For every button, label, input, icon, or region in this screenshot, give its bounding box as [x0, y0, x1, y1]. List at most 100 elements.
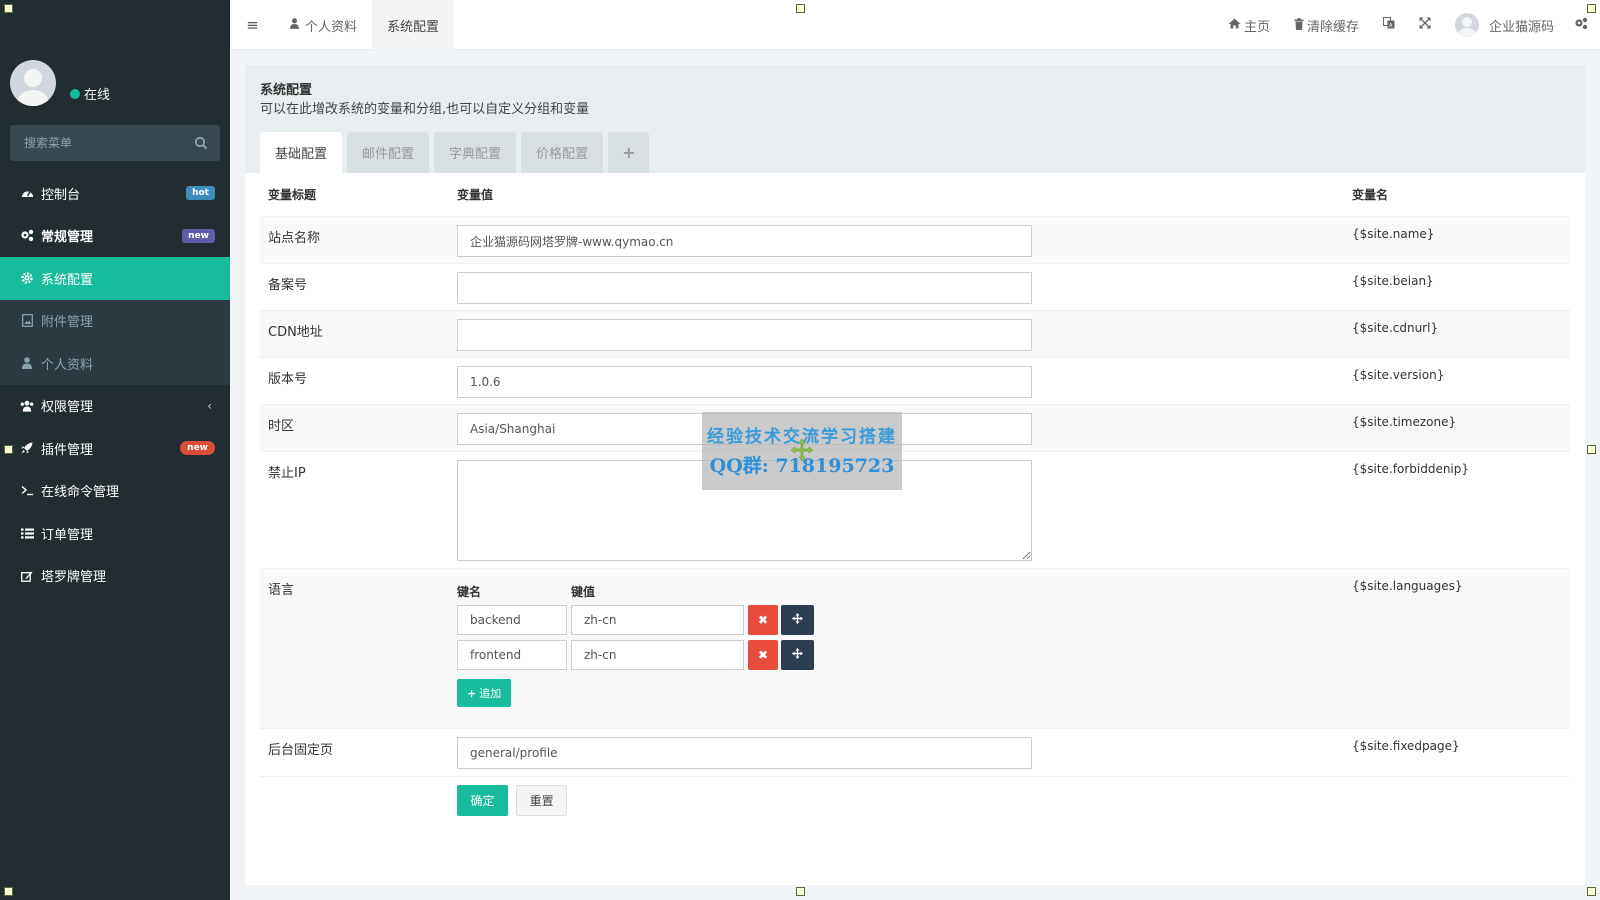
drag-handle[interactable]	[781, 640, 814, 670]
row-value	[457, 452, 1352, 568]
beian-input[interactable]	[457, 272, 1032, 304]
table-row: 版本号 {$site.version}	[260, 358, 1570, 405]
clear-cache-link[interactable]: 清除缓存	[1282, 0, 1371, 50]
fullscreen-toggle[interactable]	[1407, 0, 1443, 50]
language-toggle[interactable]: A	[1371, 0, 1407, 50]
site-name-input[interactable]	[457, 225, 1032, 257]
resize-handle[interactable]	[4, 887, 13, 896]
resize-handle[interactable]	[4, 4, 13, 13]
top-navbar: ≡ 个人资料 系统配置 主页 清除缓存 A 企业猫源码	[230, 0, 1600, 50]
user-menu[interactable]: 企业猫源码	[1443, 0, 1570, 50]
kv-value-input[interactable]	[571, 605, 744, 635]
chevron-left-icon: ‹	[207, 398, 212, 413]
row-value: 键名 键值 ✖ ✖	[457, 569, 1352, 728]
row-value	[457, 729, 1352, 776]
sidebar-item-label: 塔罗牌管理	[41, 570, 107, 586]
remove-button[interactable]: ✖	[748, 605, 778, 635]
kv-key-input[interactable]	[457, 640, 567, 670]
sidebar-item-order[interactable]: 订单管理	[0, 512, 230, 555]
sidebar: 在线 控制台 hot 常规管理 new 系统配置 附件管理 个人资料	[0, 0, 230, 900]
tab-profile[interactable]: 个人资料	[275, 0, 372, 50]
tab-basic[interactable]: 基础配置	[260, 132, 343, 173]
sidebar-item-addon[interactable]: 插件管理 new	[0, 427, 230, 470]
table-row: 禁止IP {$site.forbiddenip}	[260, 452, 1570, 569]
tab-email[interactable]: 邮件配置	[347, 132, 430, 173]
row-title: 版本号	[268, 372, 308, 387]
arrows-icon	[792, 648, 803, 662]
dashboard-icon	[20, 186, 34, 200]
row-varname: {$site.name}	[1352, 227, 1435, 241]
resize-handle[interactable]	[4, 445, 13, 454]
avatar	[1454, 13, 1479, 37]
submit-button[interactable]: 确定	[457, 785, 508, 816]
tab-price[interactable]: 价格配置	[521, 132, 604, 173]
remove-button[interactable]: ✖	[748, 640, 778, 670]
table-row: 时区 {$site.timezone}	[260, 405, 1570, 452]
sidebar-item-label: 常规管理	[41, 230, 94, 246]
append-button[interactable]: + 追加	[457, 679, 512, 707]
rocket-icon	[20, 441, 34, 455]
arrows-icon	[792, 613, 803, 627]
kv-value-header: 键值	[571, 585, 596, 599]
sidebar-item-label: 插件管理	[41, 442, 94, 458]
menu-search-input[interactable]	[10, 125, 180, 161]
home-link[interactable]: 主页	[1216, 0, 1282, 50]
form-actions-row: 确定 重置	[260, 777, 1570, 827]
user-panel: 在线	[10, 60, 220, 106]
cdn-input[interactable]	[457, 319, 1032, 351]
table-row: CDN地址 {$site.cdnurl}	[260, 311, 1570, 358]
sidebar-item-label: 系统配置	[41, 272, 94, 288]
tab-label: 系统配置	[387, 19, 440, 35]
table-row: 语言 键名 键值 ✖ ✖	[260, 569, 1570, 729]
row-varname	[1352, 777, 1570, 827]
row-title: 后台固定页	[268, 743, 334, 758]
row-varname: {$site.timezone}	[1352, 415, 1457, 429]
close-icon: ✖	[757, 648, 769, 662]
trash-icon	[1294, 17, 1304, 33]
drag-handle[interactable]	[781, 605, 814, 635]
append-label: 追加	[479, 687, 502, 700]
tab-dictionary[interactable]: 字典配置	[434, 132, 517, 173]
resize-handle[interactable]	[1587, 4, 1596, 13]
row-title: 禁止IP	[268, 466, 306, 481]
row-value	[457, 217, 1352, 263]
plus-icon: +	[467, 686, 477, 700]
sidebar-item-tarot[interactable]: 塔罗牌管理	[0, 555, 230, 598]
group-icon	[20, 399, 34, 413]
sidebar-item-label: 附件管理	[41, 315, 94, 331]
resize-handle[interactable]	[1587, 887, 1596, 896]
search-icon[interactable]	[194, 136, 208, 150]
row-title	[260, 777, 457, 827]
sidebar-item-config[interactable]: 系统配置	[0, 257, 230, 300]
sidebar-item-dashboard[interactable]: 控制台 hot	[0, 172, 230, 215]
sidebar-item-attachment[interactable]: 附件管理	[0, 299, 230, 342]
row-title: CDN地址	[268, 325, 323, 340]
table-row: 备案号 {$site.beian}	[260, 264, 1570, 311]
row-varname: {$site.version}	[1352, 368, 1445, 382]
reset-button[interactable]: 重置	[516, 785, 568, 816]
panel-title: 系统配置	[260, 83, 313, 98]
resize-handle[interactable]	[796, 4, 805, 13]
menu-search	[10, 125, 220, 161]
online-dot-icon	[70, 88, 80, 99]
kv-key-input[interactable]	[457, 605, 567, 635]
close-icon: ✖	[757, 613, 769, 627]
sidebar-item-profile[interactable]: 个人资料	[0, 342, 230, 385]
sidebar-item-auth[interactable]: 权限管理 ‹	[0, 385, 230, 428]
fixedpage-input[interactable]	[457, 737, 1032, 769]
sidebar-item-label: 权限管理	[41, 400, 94, 416]
tab-config[interactable]: 系统配置	[372, 0, 455, 50]
resize-handle[interactable]	[796, 887, 805, 896]
sidebar-item-general[interactable]: 常规管理 new	[0, 215, 230, 258]
sidebar-item-label: 订单管理	[41, 527, 94, 543]
version-input[interactable]	[457, 366, 1032, 398]
sidebar-toggle-icon[interactable]: ≡	[230, 0, 275, 50]
add-group-button[interactable]: +	[608, 132, 650, 173]
user-icon	[20, 356, 34, 370]
sidebar-item-command[interactable]: 在线命令管理	[0, 470, 230, 513]
list-icon	[20, 526, 34, 540]
resize-handle[interactable]	[1587, 445, 1596, 454]
kv-value-input[interactable]	[571, 640, 744, 670]
home-label: 主页	[1243, 19, 1270, 35]
sidebar-item-label: 在线命令管理	[41, 485, 120, 501]
